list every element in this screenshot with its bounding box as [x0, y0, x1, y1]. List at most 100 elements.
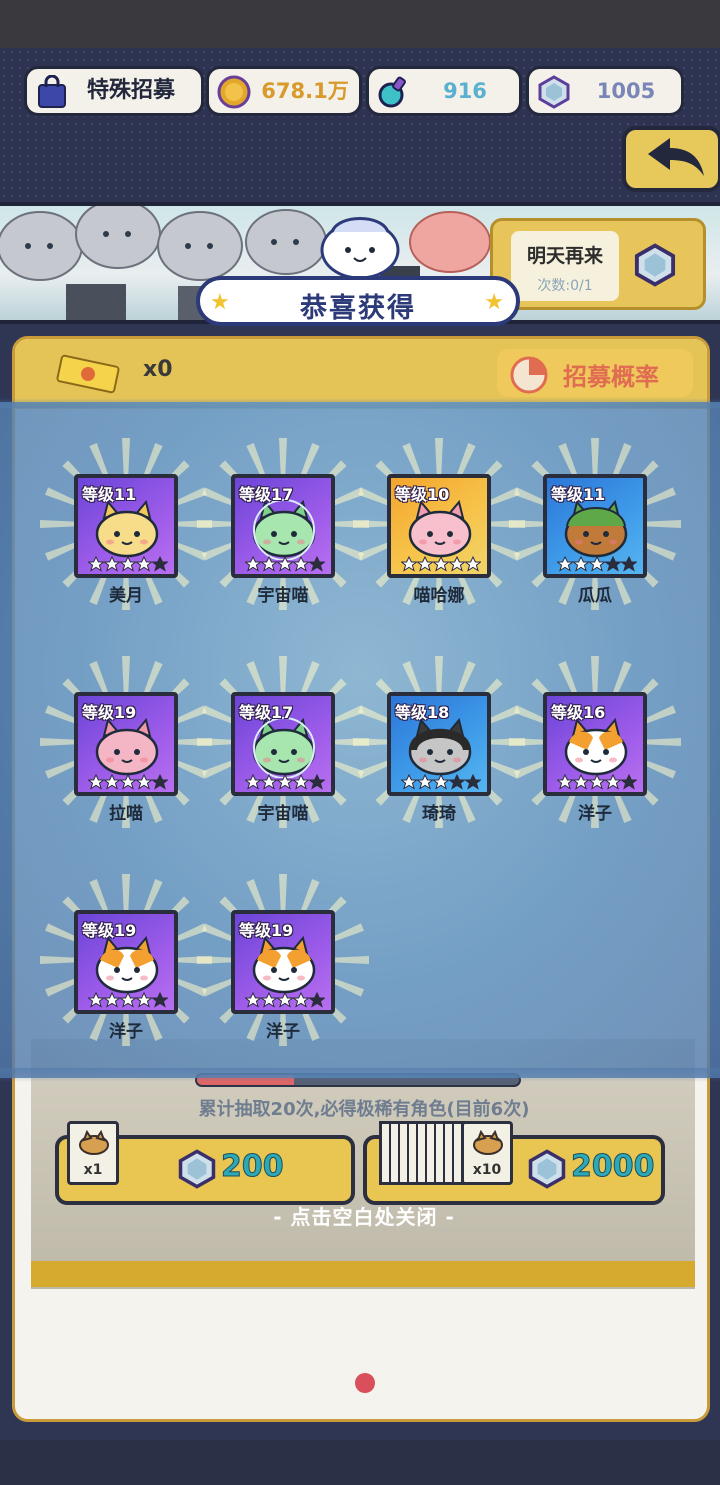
star-rating	[557, 556, 637, 572]
multi-recruit-tag-text: x10	[472, 1162, 502, 1178]
ticket-stack-graphic	[379, 1121, 465, 1185]
reward-title-badge: ★ 恭喜获得 ★	[196, 276, 520, 326]
reward-card[interactable]: 等级16	[509, 656, 681, 828]
reward-card[interactable]: 等级18	[353, 656, 525, 828]
scene-floor-strip	[31, 1261, 695, 1287]
card-name: 喵哈娜	[413, 586, 465, 606]
ticket-count: x0	[143, 357, 173, 382]
card-frame: 等级18	[387, 692, 491, 796]
star-rating	[245, 556, 325, 572]
special-recruit-label: 特殊招募	[87, 78, 176, 103]
card-frame: 等级17	[231, 692, 335, 796]
cat-portrait-icon	[564, 499, 628, 558]
cat-ticket-icon	[473, 1130, 503, 1155]
card-name: 美月	[109, 586, 143, 606]
star-icon: ★	[484, 290, 504, 315]
potion-amount: 916	[443, 79, 487, 103]
ticket-icon	[56, 354, 120, 394]
single-recruit-tag: x1	[67, 1121, 119, 1185]
card-name: 宇宙喵	[257, 804, 309, 824]
card-frame: 等级19	[74, 692, 178, 796]
hex-gem-icon	[178, 1149, 216, 1189]
card-name: 洋子	[109, 1022, 143, 1042]
card-level: 等级17	[239, 485, 294, 504]
card-level: 等级16	[551, 703, 606, 722]
shopping-bag-icon	[38, 75, 66, 108]
potion-flask-icon	[378, 76, 406, 108]
coin-icon	[217, 75, 251, 109]
daily-free-panel: 明天再来 次数:0/1	[511, 231, 619, 301]
daily-count-label: 次数:0/1	[537, 278, 593, 294]
recruit-ten-price: 2000	[571, 1149, 655, 1185]
card-frame: 等级19	[74, 910, 178, 1014]
recruit-rate-label: 招募概率	[563, 363, 659, 391]
star-rating	[401, 774, 481, 790]
card-frame: 等级19	[231, 910, 335, 1014]
hex-gem-icon	[634, 243, 676, 287]
card-name: 拉喵	[109, 804, 143, 824]
cat-portrait-icon	[252, 499, 316, 560]
card-level: 等级11	[82, 485, 137, 504]
card-frame: 等级11	[74, 474, 178, 578]
reward-card[interactable]: 等级11	[40, 438, 212, 610]
back-button[interactable]	[622, 126, 720, 192]
recruit-once-price: 200	[221, 1149, 285, 1185]
overlay-fade	[0, 1068, 720, 1082]
come-back-tomorrow-label: 明天再来	[526, 245, 603, 267]
reward-card[interactable]: 等级19	[197, 874, 369, 1046]
pity-progress-note: 累计抽取20次,必得极稀有角色(目前6次)	[198, 1099, 530, 1120]
cat-portrait-icon	[95, 499, 159, 558]
single-recruit-tag-text: x1	[83, 1162, 103, 1178]
page-indicator-dot	[355, 1373, 375, 1393]
card-level: 等级19	[82, 921, 137, 940]
hex-gem-icon	[538, 75, 570, 109]
card-name: 琦琦	[422, 804, 456, 824]
reward-card[interactable]: 等级10	[353, 438, 525, 610]
cat-portrait-icon	[95, 935, 159, 994]
card-name: 宇宙喵	[257, 586, 309, 606]
reward-card[interactable]: 等级11	[509, 438, 681, 610]
hex-gem-icon	[528, 1149, 566, 1189]
star-rating	[88, 556, 168, 572]
card-level: 等级18	[395, 703, 450, 722]
card-level: 等级11	[551, 485, 606, 504]
reward-card[interactable]: 等级19	[40, 874, 212, 1046]
card-frame: 等级10	[387, 474, 491, 578]
card-level: 等级19	[82, 703, 137, 722]
cat-portrait-icon	[95, 717, 159, 776]
star-rating	[401, 556, 481, 572]
potion-counter[interactable]: 916	[366, 66, 522, 116]
star-rating	[245, 992, 325, 1008]
gem-counter[interactable]: 1005	[526, 66, 684, 116]
star-rating	[88, 774, 168, 790]
gem-amount: 1005	[596, 79, 656, 103]
star-rating	[88, 992, 168, 1008]
reward-card[interactable]: 等级19	[40, 656, 212, 828]
reward-title: 恭喜获得	[300, 293, 416, 324]
recruit-rate-button[interactable]: 招募概率	[497, 349, 693, 397]
card-frame: 等级16	[543, 692, 647, 796]
coin-amount: 678.1万	[261, 79, 349, 103]
multi-recruit-tag: x10	[461, 1121, 513, 1185]
card-level: 等级19	[239, 921, 294, 940]
tap-to-close-hint[interactable]: - 点击空白处关闭 -	[15, 1201, 707, 1230]
star-rating	[245, 774, 325, 790]
card-frame: 等级11	[543, 474, 647, 578]
cat-portrait-icon	[408, 717, 472, 776]
reward-card[interactable]: 等级17	[197, 656, 369, 828]
card-frame: 等级17	[231, 474, 335, 578]
cat-portrait-icon	[564, 717, 628, 776]
cat-portrait-icon	[252, 935, 316, 994]
card-name: 洋子	[578, 804, 612, 824]
back-arrow-icon	[648, 138, 704, 176]
star-rating	[557, 774, 637, 790]
card-name: 洋子	[266, 1022, 300, 1042]
card-level: 等级10	[395, 485, 450, 504]
card-level: 等级17	[239, 703, 294, 722]
daily-free-recruit-box[interactable]: 明天再来 次数:0/1	[490, 218, 706, 310]
special-recruit-button[interactable]: 特殊招募	[24, 66, 204, 116]
coin-counter[interactable]: 678.1万	[206, 66, 362, 116]
reward-card[interactable]: 等级17	[197, 438, 369, 610]
cat-ticket-icon	[79, 1130, 109, 1155]
pie-chart-icon	[510, 356, 548, 394]
